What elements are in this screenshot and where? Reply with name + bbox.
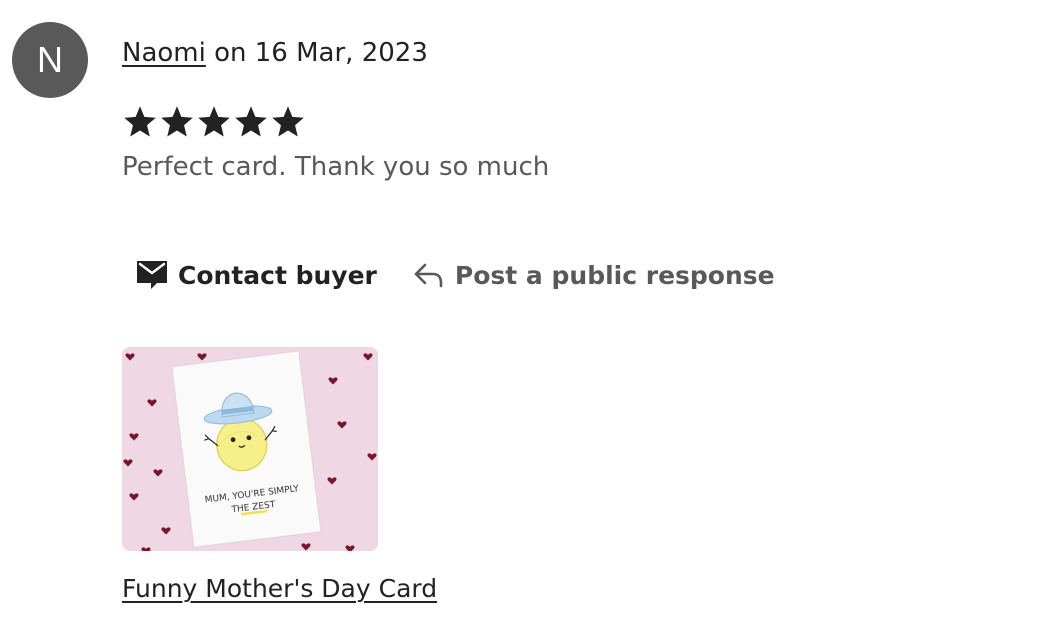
contact-buyer-button[interactable]: Contact buyer — [122, 252, 377, 298]
review-date: on 16 Mar, 2023 — [205, 38, 428, 68]
post-public-response-label: Post a public response — [454, 260, 775, 290]
product-title-link[interactable]: Funny Mother's Day Card — [122, 572, 437, 606]
review-text: Perfect card. Thank you so much — [122, 152, 550, 182]
star-icon — [272, 106, 304, 137]
post-public-response-button[interactable]: Post a public response — [413, 252, 775, 298]
avatar: N — [12, 22, 88, 98]
reply-arrow-icon — [413, 262, 445, 288]
star-icon — [198, 106, 230, 137]
contact-buyer-label: Contact buyer — [178, 260, 377, 290]
star-rating — [122, 104, 306, 140]
star-icon — [161, 106, 193, 137]
review-byline: Naomi on 16 Mar, 2023 — [122, 36, 428, 70]
star-icon — [124, 106, 156, 137]
envelope-icon — [136, 260, 168, 290]
review-actions: Contact buyer Post a public response — [122, 252, 775, 298]
avatar-initial: N — [37, 39, 63, 80]
greeting-card: MUM, YOU'RE SIMPLY THE ZEST — [171, 350, 322, 548]
star-icon — [235, 106, 267, 137]
product-image: MUM, YOU'RE SIMPLY THE ZEST — [122, 347, 378, 551]
reviewer-name-link[interactable]: Naomi — [122, 38, 206, 68]
product-thumbnail[interactable]: MUM, YOU'RE SIMPLY THE ZEST — [122, 347, 378, 551]
